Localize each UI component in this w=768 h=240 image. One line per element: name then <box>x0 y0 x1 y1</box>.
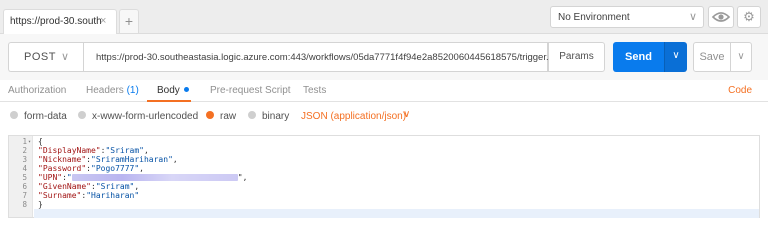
tab-tests[interactable]: Tests <box>303 85 326 96</box>
environment-select[interactable]: No Environment ∨ <box>550 6 704 28</box>
json-value: "Sriram" <box>105 146 144 155</box>
tab-pre-request-script[interactable]: Pre-request Script <box>210 85 291 96</box>
close-brace: } <box>38 200 43 209</box>
send-options-button[interactable]: ∨ <box>664 42 687 72</box>
json-key: "Surname" <box>38 191 82 200</box>
line-number: 8 <box>22 200 27 209</box>
json-value: "Pogo7777" <box>91 164 140 173</box>
code-line: { <box>38 137 43 146</box>
body-editor[interactable]: 1 ▾ 2 3 4 5 6 7 8 { "DisplayName":"Srira… <box>8 135 760 218</box>
line-number-gutter: 1 ▾ 2 3 4 5 6 7 8 <box>9 136 33 217</box>
environment-quick-look-button[interactable] <box>708 6 734 28</box>
code-line: "Nickname":"SriramHariharan", <box>38 155 178 164</box>
tab-authorization[interactable]: Authorization <box>8 85 66 96</box>
line-number: 4 <box>22 164 27 173</box>
binary-radio[interactable] <box>248 111 256 119</box>
tab-headers[interactable]: Headers (1) <box>86 85 139 96</box>
chevron-down-icon: ∨ <box>737 51 745 62</box>
binary-label: binary <box>262 111 290 122</box>
json-comma: , <box>143 146 149 155</box>
code-line: "DisplayName":"Sriram", <box>38 146 149 155</box>
fold-icon[interactable]: ▾ <box>28 139 31 145</box>
tab-body[interactable]: Body <box>157 85 189 96</box>
form-data-radio[interactable] <box>10 111 18 119</box>
save-button[interactable]: Save <box>693 42 731 72</box>
content-type-select[interactable]: JSON (application/json) <box>301 111 406 122</box>
request-tab[interactable]: https://prod-30.south × <box>3 9 117 34</box>
chevron-down-icon: ∨ <box>403 109 411 120</box>
gear-icon: ⚙ <box>743 9 755 24</box>
body-type-options: form-data x-www-form-urlencoded raw bina… <box>0 104 768 130</box>
tab-headers-label: Headers <box>86 85 124 96</box>
json-comma: , <box>172 155 178 164</box>
environment-label: No Environment <box>558 12 630 23</box>
request-section-tabs: Authorization Headers (1) Body Pre-reque… <box>0 80 768 102</box>
line-number: 2 <box>22 146 27 155</box>
json-key: "Password" <box>38 164 87 173</box>
params-button[interactable]: Params <box>548 42 605 72</box>
json-value: "Sriram" <box>95 182 135 191</box>
open-brace: { <box>38 137 43 146</box>
code-line: "Password":"Pogo7777", <box>38 164 144 173</box>
code-line: "UPN":" ", <box>38 173 247 182</box>
line-number: 6 <box>22 182 27 191</box>
settings-button[interactable]: ⚙ <box>737 6 761 28</box>
code-line: "Surname":"Hariharan" <box>38 191 139 200</box>
headers-count-badge: (1) <box>126 85 139 96</box>
url-input[interactable]: https://prod-30.southeastasia.logic.azur… <box>83 42 554 72</box>
save-options-button[interactable]: ∨ <box>730 42 752 72</box>
json-comma: ", <box>237 173 248 182</box>
json-value: "SriramHariharan" <box>91 155 173 164</box>
json-comma: , <box>139 164 144 173</box>
json-comma: , <box>134 182 140 191</box>
method-label: POST <box>24 51 56 63</box>
raw-radio[interactable] <box>206 111 214 119</box>
request-url-bar: POST ∨ https://prod-30.southeastasia.log… <box>0 34 768 80</box>
json-value: "Hariharan" <box>86 191 140 200</box>
urlencoded-label: x-www-form-urlencoded <box>92 111 199 122</box>
urlencoded-radio[interactable] <box>78 111 86 119</box>
code-line: "GivenName":"Sriram", <box>38 182 139 191</box>
json-key: "Nickname" <box>38 155 87 164</box>
active-tab-indicator <box>147 100 191 102</box>
request-tab-label: https://prod-30.south <box>10 16 102 27</box>
raw-label: raw <box>220 111 237 122</box>
redacted-value <box>71 174 238 181</box>
tab-body-label: Body <box>157 85 180 96</box>
code-link[interactable]: Code <box>728 85 752 96</box>
line-number: 1 <box>22 137 27 146</box>
form-data-label: form-data <box>24 111 67 122</box>
url-value: https://prod-30.southeastasia.logic.azur… <box>96 52 554 63</box>
json-key: "UPN" <box>38 173 63 182</box>
eye-icon <box>711 12 731 22</box>
new-tab-button[interactable]: + <box>119 9 139 33</box>
active-line-highlight <box>34 209 759 218</box>
chevron-down-icon: ∨ <box>61 51 70 63</box>
body-indicator-dot <box>183 87 189 92</box>
line-number: 3 <box>22 155 27 164</box>
close-icon[interactable]: × <box>100 15 106 27</box>
line-number: 5 <box>22 173 27 182</box>
send-button[interactable]: Send <box>613 42 664 72</box>
json-key: "DisplayName" <box>38 146 101 155</box>
json-key: "GivenName" <box>38 182 91 191</box>
line-number: 7 <box>22 191 27 200</box>
tab-strip: https://prod-30.south × + No Environment… <box>0 0 768 34</box>
chevron-down-icon: ∨ <box>688 11 697 23</box>
method-select[interactable]: POST ∨ <box>8 42 83 72</box>
chevron-down-icon: ∨ <box>672 50 680 61</box>
code-line: } <box>38 200 43 209</box>
